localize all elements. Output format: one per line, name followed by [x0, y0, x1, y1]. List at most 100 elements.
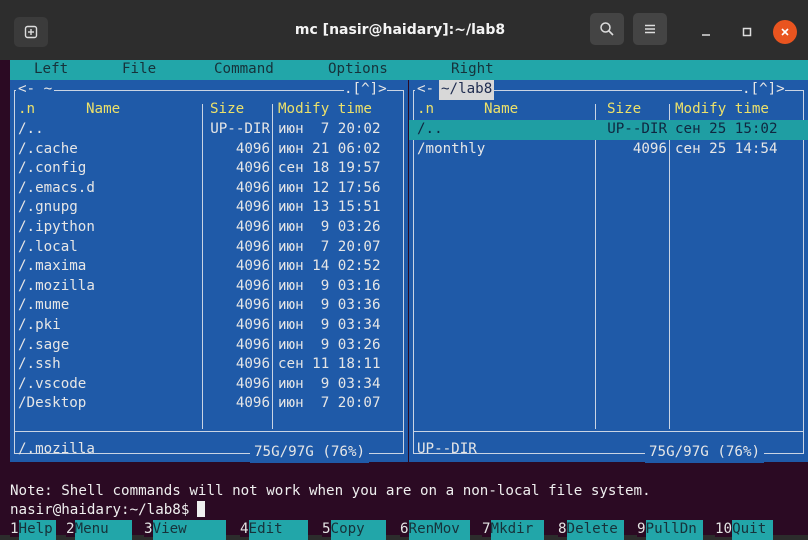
left-panel[interactable]: <- ~ .[^]> .n Name Size Modify time /.. U…: [10, 80, 408, 463]
fkey-renmov[interactable]: 6RenMov: [400, 520, 470, 540]
file-size: 4096: [235, 238, 270, 255]
fkey-label: Copy: [330, 520, 386, 540]
file-row[interactable]: /.gnupg 4096 июн 13 15:51: [10, 198, 408, 218]
menu-options[interactable]: Options: [328, 60, 388, 80]
fkey-help[interactable]: 1Help: [10, 520, 56, 540]
file-row[interactable]: /.ipython 4096 июн 9 03:26: [10, 218, 408, 238]
close-icon: [781, 28, 789, 36]
file-name: /.cache: [18, 140, 78, 157]
file-name: /.gnupg: [18, 199, 78, 216]
menu-left[interactable]: Left: [34, 60, 68, 80]
file-row[interactable]: /.mume 4096 июн 9 03:36: [10, 296, 408, 316]
menu-right[interactable]: Right: [451, 60, 494, 80]
minimize-icon: [702, 34, 710, 36]
file-name: /.maxima: [18, 258, 87, 275]
fkey-view[interactable]: 3View: [144, 520, 226, 540]
file-row[interactable]: /.config 4096 сен 18 19:57: [10, 159, 408, 179]
file-name: /.pki: [18, 317, 61, 333]
fkey-copy[interactable]: 5Copy: [322, 520, 386, 540]
right-panel-title[interactable]: ~/lab8: [439, 80, 495, 100]
new-tab-button[interactable]: [14, 17, 48, 47]
right-panel[interactable]: <- ~/lab8 .[^]> .n Name Size Modify time…: [409, 80, 808, 463]
console-note: Note: Shell commands will not work when …: [10, 483, 651, 499]
shell-prompt[interactable]: nasir@haidary:~/lab8$: [10, 501, 206, 521]
right-panel-usage: 75G/97G (76%): [645, 443, 765, 463]
file-modify-time: июн 21 06:02: [278, 140, 381, 157]
file-name: /.ssh: [18, 356, 61, 373]
file-modify-time: сен 11 18:11: [278, 356, 381, 373]
window-title: mc [nasir@haidary]:~/lab8: [294, 22, 506, 38]
menu-button[interactable]: [633, 13, 667, 45]
function-key-bar: 1Help 2Menu 3View 4Edit 5Copy 6RenMov 7Mkdir 8D…: [10, 520, 808, 540]
file-name: /.mozilla: [18, 277, 95, 294]
file-name: /.emacs.d: [18, 179, 95, 196]
col-header-n: .n: [417, 101, 435, 117]
fkey-label: PullDn: [645, 520, 703, 540]
file-name: /monthly: [417, 140, 486, 157]
file-row[interactable]: /.sage 4096 июн 9 03:26: [10, 336, 408, 356]
fkey-label: Quit: [732, 520, 773, 540]
fkey-menu[interactable]: 2Menu: [66, 520, 132, 540]
maximize-button[interactable]: [735, 20, 759, 44]
fkey-mkdir[interactable]: 7Mkdir: [482, 520, 544, 540]
col-header-size[interactable]: Size: [607, 100, 641, 120]
file-modify-time: июн 9 03:36: [278, 297, 381, 314]
file-size: 4096: [235, 277, 270, 294]
file-size: 4096: [235, 258, 270, 275]
file-size: 4096: [235, 336, 270, 353]
file-row[interactable]: /.mozilla 4096 июн 9 03:16: [10, 277, 408, 297]
right-panel-corner[interactable]: .[^]>: [742, 80, 785, 100]
file-name: /Desktop: [18, 395, 87, 412]
file-row[interactable]: /.. UP--DIR сен 25 15:02: [409, 120, 808, 140]
file-size: 4096: [235, 375, 270, 392]
fkey-label: RenMov: [408, 520, 470, 540]
left-panel-title[interactable]: <- ~: [16, 80, 55, 100]
file-row[interactable]: /.vscode 4096 июн 9 03:34: [10, 375, 408, 395]
file-size: UP--DIR: [607, 121, 667, 137]
file-size: 4096: [235, 199, 270, 216]
menu-file[interactable]: File: [122, 60, 156, 80]
file-row[interactable]: /.. UP--DIR июн 7 20:02: [10, 120, 408, 140]
file-modify-time: июн 7 20:02: [278, 121, 381, 137]
menu-command[interactable]: Command: [214, 60, 274, 80]
file-row[interactable]: /.emacs.d 4096 июн 12 17:56: [10, 179, 408, 199]
fkey-label: Mkdir: [490, 520, 544, 540]
file-name: /.local: [18, 238, 78, 255]
file-size: 4096: [235, 395, 270, 412]
file-row[interactable]: /.maxima 4096 июн 14 02:52: [10, 257, 408, 277]
col-header-name[interactable]: Name: [484, 100, 518, 120]
file-modify-time: июн 14 02:52: [278, 258, 381, 275]
col-header-size[interactable]: Size: [210, 100, 244, 120]
file-name: /..: [18, 121, 44, 137]
file-row[interactable]: /Desktop 4096 июн 7 20:07: [10, 394, 408, 414]
fkey-label: Edit: [248, 520, 308, 540]
window-titlebar: mc [nasir@haidary]:~/lab8: [0, 0, 808, 60]
fkey-delete[interactable]: 8Delete: [558, 520, 624, 540]
file-modify-time: июн 13 15:51: [278, 199, 381, 216]
minimize-button[interactable]: [694, 20, 718, 44]
file-row[interactable]: /.cache 4096 июн 21 06:02: [10, 140, 408, 160]
fkey-edit[interactable]: 4Edit: [240, 520, 308, 540]
file-row[interactable]: /monthly 4096 сен 25 14:54: [409, 140, 808, 160]
file-row[interactable]: /.local 4096 июн 7 20:07: [10, 238, 408, 258]
fkey-quit[interactable]: 10Quit: [715, 520, 773, 540]
fkey-pulldn[interactable]: 9PullDn: [637, 520, 703, 540]
search-button[interactable]: [590, 13, 624, 45]
terminal-area[interactable]: Left File Command Options Right <- ~ .[^…: [0, 60, 808, 540]
file-name: /.mume: [18, 297, 70, 314]
file-modify-time: июн 9 03:16: [278, 277, 381, 294]
file-modify-time: июн 9 03:26: [278, 219, 381, 235]
fkey-label: View: [152, 520, 226, 540]
fkey-label: Delete: [566, 520, 624, 540]
file-modify-time: сен 25 15:02: [675, 121, 778, 137]
file-row[interactable]: /.ssh 4096 сен 11 18:11: [10, 355, 408, 375]
file-row[interactable]: /.pki 4096 июн 9 03:34: [10, 316, 408, 336]
col-header-name[interactable]: Name: [86, 100, 120, 120]
col-header-modify-time[interactable]: Modify time: [278, 100, 372, 120]
close-button[interactable]: [773, 20, 797, 44]
col-header-modify-time[interactable]: Modify time: [675, 100, 769, 120]
file-name: /.config: [18, 160, 87, 177]
left-panel-corner[interactable]: .[^]>: [344, 80, 387, 100]
file-modify-time: июн 7 20:07: [278, 238, 381, 255]
file-size: 4096: [235, 297, 270, 314]
